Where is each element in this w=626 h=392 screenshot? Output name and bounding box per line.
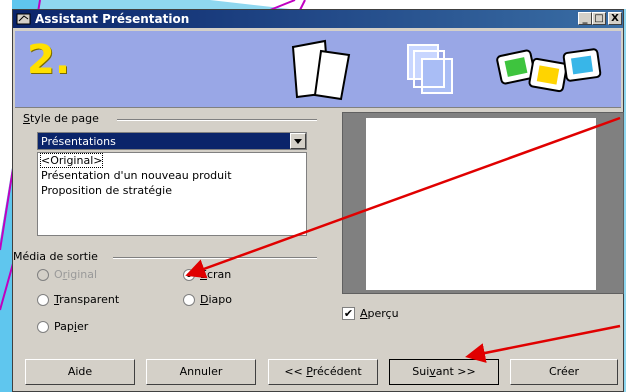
close-button[interactable]: X (608, 12, 622, 25)
preview-checkbox[interactable]: ✔ (342, 307, 355, 320)
preview-checkbox-label: Aperçu (360, 307, 399, 320)
app-icon (16, 13, 31, 25)
close-icon: X (611, 13, 619, 24)
radio-papier[interactable] (37, 321, 49, 333)
slides-icon (496, 48, 602, 93)
list-item-original[interactable]: <Original> (39, 153, 104, 168)
radio-diapo[interactable] (183, 294, 195, 306)
radio-transparent-label: Transparent (54, 293, 120, 306)
cancel-button[interactable]: Annuler (146, 359, 256, 385)
checkmark-icon: ✔ (343, 307, 354, 320)
title-bar[interactable]: Assistant Présentation _ □ X (13, 10, 623, 28)
list-item-strategy[interactable]: Proposition de stratégie (41, 184, 172, 197)
window-title: Assistant Présentation (35, 12, 190, 26)
radio-papier-label: Papier (54, 320, 89, 333)
maximize-icon: □ (594, 13, 604, 24)
page-style-label: Style de page (23, 112, 99, 125)
radio-ecran[interactable] (183, 269, 195, 281)
radio-diapo-label: Diapo (200, 293, 232, 306)
radio-transparent[interactable] (37, 294, 49, 306)
page-style-selected: Présentations (41, 135, 116, 148)
preview-page (366, 118, 596, 290)
next-button[interactable]: Suivant >> (389, 359, 499, 385)
overlapping-windows-icon (407, 44, 453, 94)
output-media-divider (113, 257, 317, 259)
dropdown-button[interactable] (290, 133, 306, 149)
maximize-button[interactable]: □ (592, 12, 606, 25)
pages-stack-icon (291, 39, 351, 101)
step-banner: 2. (15, 31, 621, 108)
assistant-window: Assistant Présentation _ □ X 2. Style de… (12, 9, 624, 392)
radio-ecran-label: Ecran (200, 268, 232, 281)
create-button[interactable]: Créer (510, 359, 618, 385)
radio-original-label: Original (54, 268, 98, 281)
chevron-down-icon (294, 139, 302, 144)
minimize-icon: _ (582, 13, 588, 24)
back-button[interactable]: << Précédent (268, 359, 378, 385)
step-number: 2. (27, 37, 71, 83)
page-style-list[interactable]: <Original> Présentation d'un nouveau pro… (37, 152, 307, 236)
list-item-new-product[interactable]: Présentation d'un nouveau produit (41, 169, 232, 182)
minimize-button[interactable]: _ (578, 12, 592, 25)
output-media-label: Média de sortie (13, 250, 98, 263)
help-button[interactable]: Aide (25, 359, 135, 385)
page-style-dropdown[interactable]: Présentations (37, 132, 307, 150)
page-style-divider (117, 119, 317, 121)
radio-original[interactable] (37, 269, 49, 281)
